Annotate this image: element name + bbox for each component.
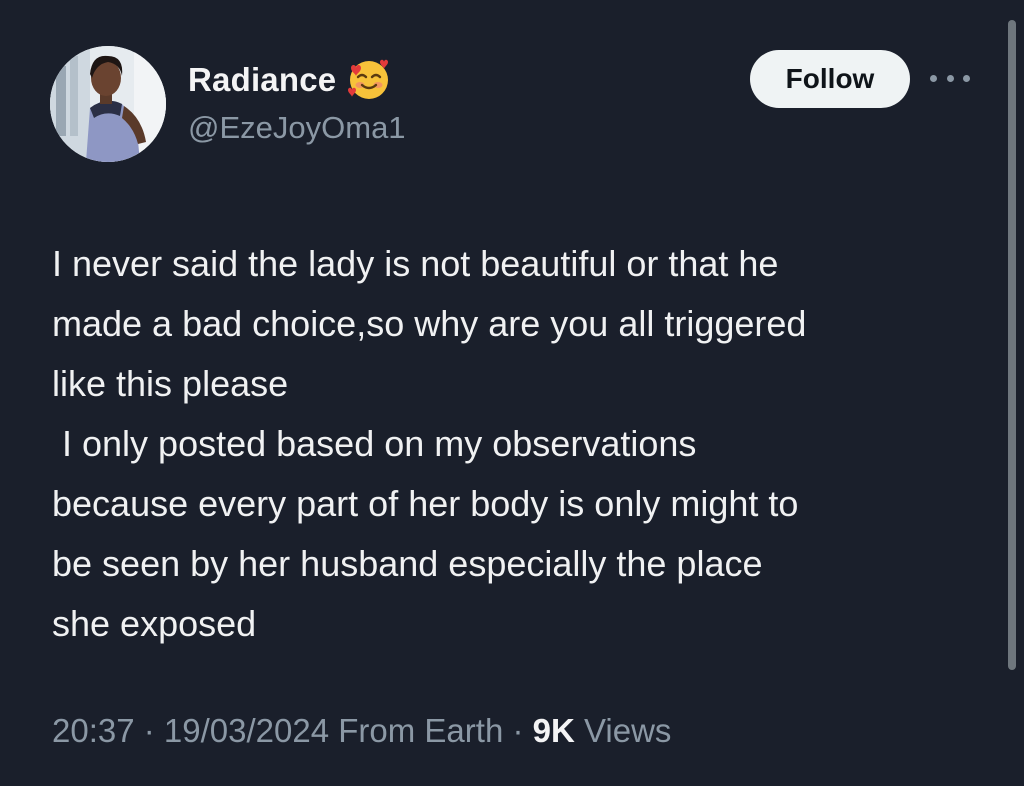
meta-space bbox=[329, 712, 338, 750]
tweet-line: because every part of her body is only m… bbox=[52, 483, 799, 524]
tweet-line: she exposed bbox=[52, 603, 257, 644]
tweet-line: I never said the lady is not beautiful o… bbox=[52, 243, 779, 284]
tweet-time[interactable]: 20:37 bbox=[52, 712, 135, 750]
tweet-source: From Earth bbox=[338, 712, 504, 749]
more-dot bbox=[930, 74, 937, 82]
more-dot bbox=[946, 74, 954, 82]
meta-space bbox=[575, 712, 584, 750]
author-display-name[interactable]: Radiance bbox=[188, 61, 336, 99]
meta-separator: · bbox=[503, 712, 533, 749]
tweet-text: I never said the lady is not beautiful o… bbox=[52, 234, 982, 654]
tweet-line: I only posted based on my observations bbox=[52, 423, 697, 464]
author-handle[interactable]: @EzeJoyOma1 bbox=[188, 110, 406, 146]
author-name-row[interactable]: Radiance bbox=[188, 58, 392, 102]
views-count[interactable]: 9K bbox=[533, 712, 575, 750]
meta-separator: · bbox=[134, 712, 164, 749]
tweet-card: Radiance @EzeJoyOma1 Follow I never said… bbox=[0, 0, 1024, 786]
follow-button[interactable]: Follow bbox=[750, 50, 910, 108]
tweet-line: be seen by her husband especially the pl… bbox=[52, 543, 763, 584]
more-horizontal-icon[interactable] bbox=[930, 66, 970, 90]
more-dot bbox=[963, 74, 970, 82]
views-label[interactable]: Views bbox=[584, 712, 671, 750]
tweet-line: like this please bbox=[52, 363, 289, 404]
avatar[interactable] bbox=[50, 46, 166, 162]
avatar-photo bbox=[50, 46, 166, 162]
scrollbar[interactable] bbox=[1008, 20, 1016, 670]
tweet-metadata: 20:37 · 19/03/2024 From Earth · 9K Views bbox=[52, 712, 671, 750]
tweet-line: made a bad choice,so why are you all tri… bbox=[52, 303, 807, 344]
tweet-date[interactable]: 19/03/2024 bbox=[164, 712, 329, 750]
smiling-face-with-hearts-icon bbox=[346, 56, 392, 102]
